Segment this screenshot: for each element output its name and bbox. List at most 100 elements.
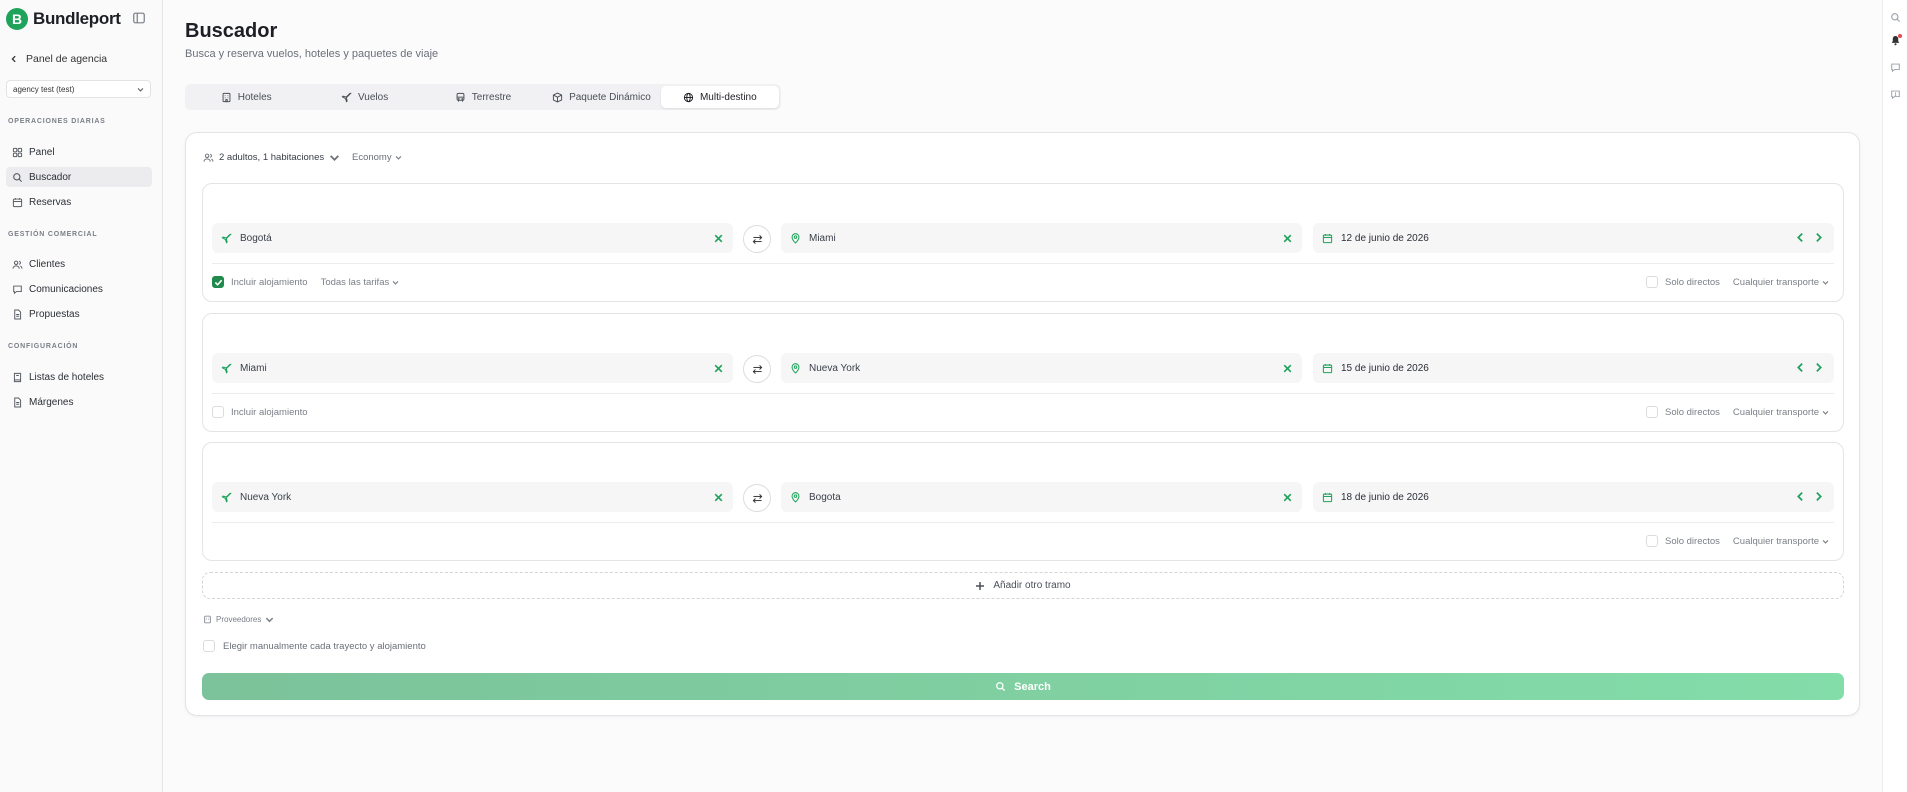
transport-select[interactable]: Cualquier transporte (1733, 407, 1829, 418)
transport-value: Cualquier transporte (1732, 535, 1819, 547)
divider (212, 522, 1834, 523)
manual-selection-checkbox[interactable] (203, 640, 215, 652)
direct-only-checkbox[interactable] (1646, 276, 1658, 288)
chat-icon[interactable] (1890, 62, 1901, 73)
swap-button[interactable] (743, 225, 771, 253)
chevron-left-icon[interactable] (1795, 362, 1806, 373)
tab-terrestre[interactable]: Terrestre (424, 86, 542, 108)
grid-icon (12, 147, 23, 157)
chevron-left-icon[interactable] (1795, 491, 1806, 502)
agency-select-value: agency test (test) (13, 84, 75, 94)
chevron-down-icon (395, 156, 401, 160)
destination-field[interactable]: Miami (781, 223, 1302, 253)
swap-button[interactable] (743, 355, 771, 383)
sidebar-item-label: Reservas (29, 196, 72, 208)
chevron-down-icon (1822, 280, 1829, 285)
include-lodging-label: Incluir alojamiento (231, 276, 308, 288)
hotel-icon (222, 92, 231, 102)
sidebar-item-buscador[interactable]: Buscador (6, 167, 152, 187)
plane-takeoff-icon (221, 492, 232, 503)
chevron-right-icon[interactable] (1813, 491, 1824, 502)
destination-value: Miami (809, 232, 836, 244)
destination-field[interactable]: Bogota (781, 482, 1302, 512)
sidebar-item-panel[interactable]: Panel (6, 142, 152, 162)
origin-field[interactable]: Bogotá (212, 223, 733, 253)
origin-field[interactable]: Miami (212, 353, 733, 383)
chevron-right-icon[interactable] (1813, 362, 1824, 373)
back-to-agency-link[interactable]: Panel de agencia (10, 53, 107, 65)
feedback-icon[interactable] (1890, 89, 1901, 100)
sidebar-item-label: Panel (29, 146, 55, 158)
sidebar-item-reservas[interactable]: Reservas (6, 192, 152, 212)
section-title-config: CONFIGURACIÓN (8, 343, 79, 350)
clear-icon[interactable] (713, 233, 724, 244)
destination-value: Bogota (809, 491, 841, 503)
include-lodging-checkbox[interactable] (212, 276, 224, 288)
clear-icon[interactable] (713, 363, 724, 374)
sidebar-item-label: Buscador (29, 171, 72, 183)
chevron-down-icon (392, 280, 399, 285)
date-field[interactable]: 18 de junio de 2026 (1313, 482, 1834, 512)
tab-label: Vuelos (358, 91, 389, 103)
transport-select[interactable]: Cualquier transporte (1733, 277, 1829, 288)
date-field[interactable]: 12 de junio de 2026 (1313, 223, 1834, 253)
travelers-select[interactable]: 2 adultos, 1 habitaciones (203, 152, 340, 163)
map-pin-icon (791, 362, 800, 374)
fare-type-select[interactable]: Todas las tarifas (321, 277, 400, 288)
search-icon[interactable] (1890, 12, 1901, 23)
date-value: 15 de junio de 2026 (1341, 362, 1429, 374)
chevron-down-icon (1822, 410, 1829, 415)
calendar-icon (1322, 363, 1333, 373)
plane-takeoff-icon (221, 233, 232, 244)
swap-icon (752, 364, 762, 374)
providers-toggle[interactable]: Proveedores (203, 615, 274, 624)
direct-only-checkbox[interactable] (1646, 535, 1658, 547)
clear-icon[interactable] (1282, 233, 1293, 244)
origin-value: Miami (240, 362, 267, 374)
chevron-down-icon (266, 617, 274, 623)
date-field[interactable]: 15 de junio de 2026 (1313, 353, 1834, 383)
users-icon (12, 260, 23, 269)
brand-name: Bundleport (33, 9, 121, 28)
tab-vuelos[interactable]: Vuelos (305, 86, 423, 108)
brand[interactable]: B Bundleport (6, 8, 121, 30)
tab-paquete-dinamico[interactable]: Paquete Dinámico (542, 86, 660, 108)
chevron-left-icon (11, 55, 16, 63)
add-leg-button[interactable]: Añadir otro tramo (202, 572, 1844, 599)
search-icon (996, 682, 1006, 692)
swap-button[interactable] (743, 484, 771, 512)
transport-select[interactable]: Cualquier transporte (1733, 536, 1829, 547)
section-title-daily: OPERACIONES DIARIAS (8, 118, 106, 125)
clear-icon[interactable] (1282, 492, 1293, 503)
calendar-icon (1322, 492, 1333, 502)
sidebar-item-clientes[interactable]: Clientes (6, 254, 152, 274)
tab-multi-destino[interactable]: Multi-destino (660, 86, 780, 108)
tab-hoteles[interactable]: Hoteles (187, 86, 305, 108)
direct-only-checkbox[interactable] (1646, 406, 1658, 418)
destination-field[interactable]: Nueva York (781, 353, 1302, 383)
sidebar-toggle-icon[interactable] (132, 11, 146, 25)
calendar-icon (12, 197, 23, 207)
leg-3: Nueva York Bogota 18 de junio de 2026 So… (202, 442, 1844, 561)
search-button[interactable]: Search (202, 673, 1844, 700)
sidebar-item-listas-hoteles[interactable]: Listas de hoteles (6, 367, 152, 387)
multi-destination-search-card: 2 adultos, 1 habitaciones Economy Bogotá… (185, 132, 1860, 716)
notification-dot (1898, 34, 1902, 38)
page-subtitle: Busca y reserva vuelos, hoteles y paquet… (185, 48, 439, 60)
include-lodging-checkbox[interactable] (212, 406, 224, 418)
right-rail (1882, 0, 1907, 792)
origin-field[interactable]: Nueva York (212, 482, 733, 512)
chevron-left-icon[interactable] (1795, 232, 1806, 243)
brand-logo-icon: B (6, 8, 28, 30)
sidebar-item-margenes[interactable]: Márgenes (6, 392, 152, 412)
cabin-class-select[interactable]: Economy (352, 152, 402, 163)
chevron-right-icon[interactable] (1813, 232, 1824, 243)
travelers-value: 2 adultos, 1 habitaciones (219, 152, 325, 163)
chevron-down-icon (330, 155, 340, 161)
agency-select[interactable]: agency test (test) (6, 80, 151, 98)
clear-icon[interactable] (713, 492, 724, 503)
clear-icon[interactable] (1282, 363, 1293, 374)
sidebar: B Bundleport Panel de agencia agency tes… (0, 0, 163, 792)
sidebar-item-propuestas[interactable]: Propuestas (6, 304, 152, 324)
sidebar-item-comunicaciones[interactable]: Comunicaciones (6, 279, 152, 299)
